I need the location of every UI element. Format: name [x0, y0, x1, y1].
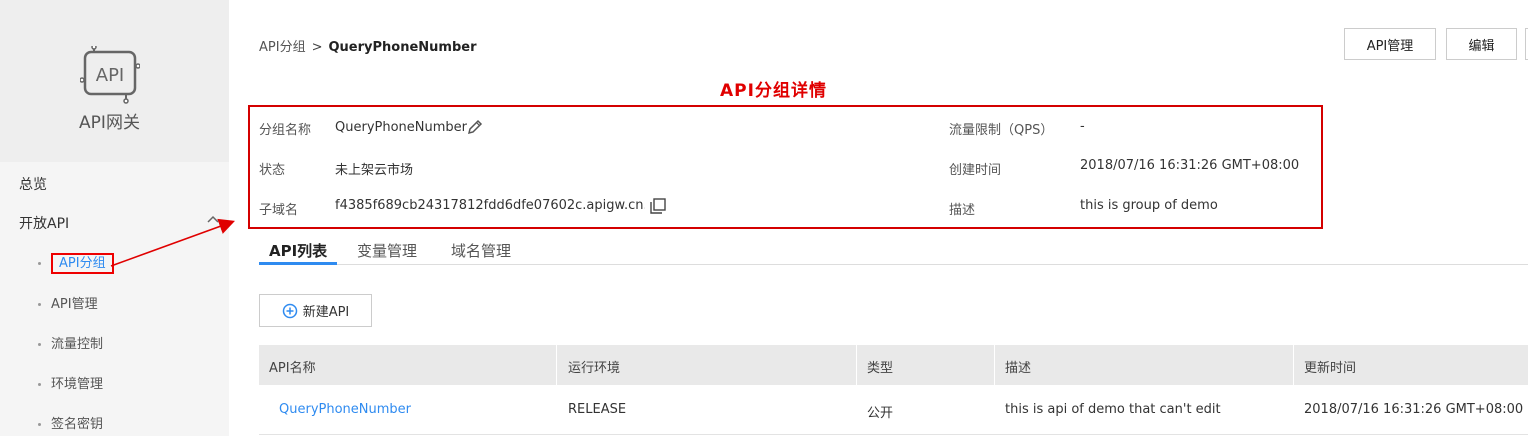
nav-open-api[interactable]: 开放API	[19, 213, 69, 233]
column-header-api-name[interactable]: API名称	[269, 357, 316, 376]
status-value: 未上架云市场	[335, 163, 414, 178]
sidebar-item-label: API分组	[51, 253, 114, 274]
brand-area: API API网关	[0, 0, 229, 162]
qps-label: 流量限制（QPS）	[949, 123, 1054, 138]
annotation-title: API分组详情	[720, 81, 827, 101]
column-divider	[856, 345, 857, 385]
active-tab-indicator	[259, 262, 337, 265]
sidebar-item-traffic-control[interactable]: 流量控制	[38, 333, 103, 352]
bullet-dot	[38, 262, 41, 265]
sidebar-item-label: 流量控制	[51, 337, 104, 352]
cell-type: 公开	[867, 406, 894, 421]
cell-environment: RELEASE	[568, 402, 627, 417]
created-time-value: 2018/07/16 16:31:26 GMT+08:00	[1080, 158, 1300, 173]
sidebar-item-signature-key[interactable]: 签名密钥	[38, 413, 103, 432]
nav-overview[interactable]: 总览	[19, 174, 47, 194]
column-divider	[1293, 345, 1294, 385]
qps-value: -	[1080, 119, 1085, 134]
edit-button[interactable]: 编辑	[1446, 28, 1517, 60]
cell-description: this is api of demo that can't edit	[1005, 402, 1221, 417]
sidebar-item-label: 环境管理	[51, 377, 104, 392]
breadcrumb: API分组 > QueryPhoneNumber	[259, 36, 477, 55]
breadcrumb-parent[interactable]: API分组	[259, 40, 306, 55]
column-divider	[994, 345, 995, 385]
table-row-divider	[259, 434, 1528, 435]
breadcrumb-current: QueryPhoneNumber	[328, 40, 477, 55]
column-header-updated-time[interactable]: 更新时间	[1304, 357, 1356, 376]
description-value: this is group of demo	[1080, 198, 1218, 213]
brand-title: API网关	[79, 113, 140, 133]
logo-text: API	[96, 65, 124, 86]
tabs-divider	[259, 264, 1528, 265]
sidebar-item-api-group[interactable]: API分组	[38, 252, 114, 274]
pencil-icon[interactable]	[467, 119, 483, 135]
new-api-label: 新建API	[302, 305, 350, 320]
group-name-value: QueryPhoneNumber	[335, 120, 467, 135]
column-header-description[interactable]: 描述	[1005, 357, 1031, 376]
breadcrumb-separator: >	[311, 40, 323, 55]
plus-circle-icon	[282, 303, 297, 318]
created-time-label: 创建时间	[949, 163, 1002, 178]
sidebar-item-api-manage[interactable]: API管理	[38, 293, 98, 312]
sidebar: API API网关 总览 开放API API分组 API管理 流量控制 环境管理…	[0, 0, 229, 436]
tab-variable-manage[interactable]: 变量管理	[357, 240, 417, 261]
status-label: 状态	[259, 163, 286, 178]
tab-api-list[interactable]: API列表	[269, 240, 327, 261]
column-header-type[interactable]: 类型	[867, 357, 893, 376]
bullet-dot	[38, 343, 41, 346]
bullet-dot	[38, 303, 41, 306]
sidebar-item-label: API管理	[51, 297, 98, 312]
api-manage-button[interactable]: API管理	[1344, 28, 1436, 60]
description-label: 描述	[949, 203, 976, 218]
bullet-dot	[38, 383, 41, 386]
new-api-button[interactable]: 新建API	[259, 294, 372, 327]
column-divider	[556, 345, 557, 385]
bullet-dot	[38, 423, 41, 426]
column-header-environment[interactable]: 运行环境	[568, 357, 620, 376]
sidebar-item-label: 签名密钥	[51, 417, 104, 432]
sidebar-item-environment[interactable]: 环境管理	[38, 373, 103, 392]
subdomain-value: f4385f689cb24317812fdd6dfe07602c.apigw.c…	[335, 198, 645, 213]
copy-icon[interactable]	[650, 198, 666, 214]
chevron-up-icon[interactable]	[206, 214, 220, 224]
api-name-link[interactable]: QueryPhoneNumber	[279, 402, 411, 417]
subdomain-label: 子域名	[259, 203, 299, 218]
tab-domain-manage[interactable]: 域名管理	[451, 240, 511, 261]
group-name-label: 分组名称	[259, 123, 312, 138]
cell-updated-time: 2018/07/16 16:31:26 GMT+08:00	[1304, 402, 1524, 417]
api-logo-icon: API	[80, 46, 140, 104]
